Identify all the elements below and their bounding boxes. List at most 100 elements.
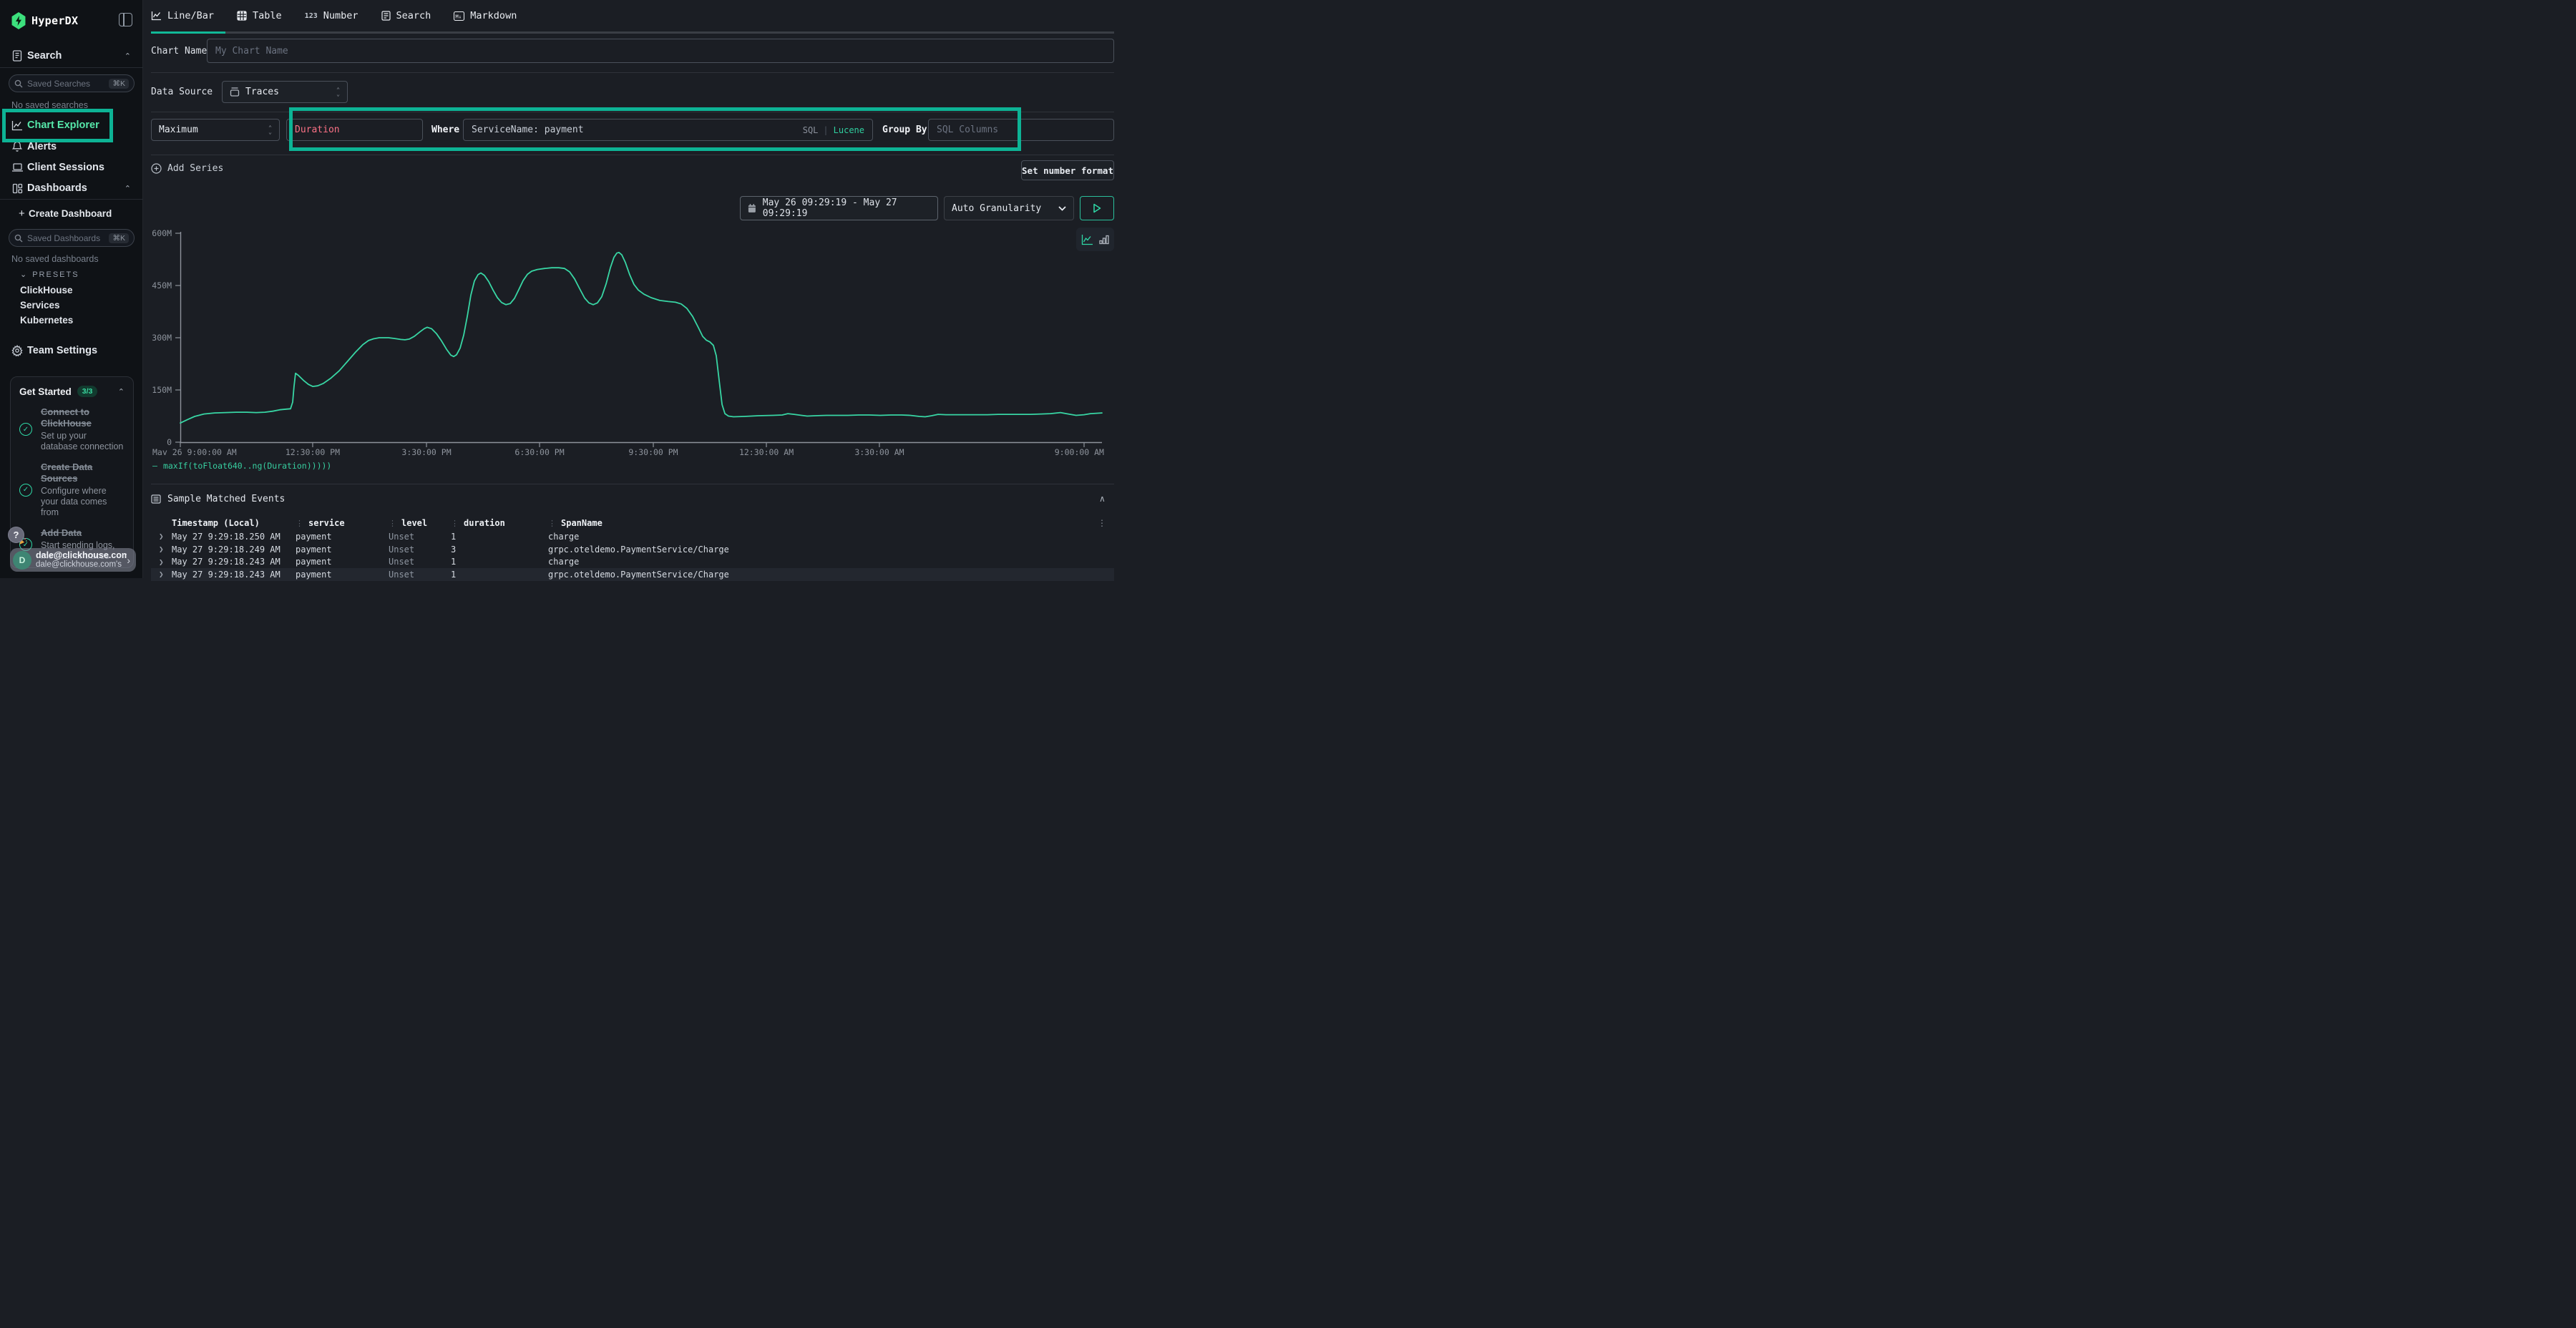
timeseries-chart[interactable]: 600M450M300M150M0May 26 9:00:00 AM12:30:… [143,225,1106,459]
field-input[interactable]: Duration [286,119,423,141]
sidebar-item-team-settings[interactable]: Team Settings [0,341,142,360]
check-circle-icon: ✓ [19,423,32,436]
user-org: dale@clickhouse.com's [36,560,127,570]
cell-duration: 3 [451,545,548,555]
saved-searches-field[interactable] [27,79,109,89]
col-service[interactable]: ⋮service [296,518,389,528]
sidebar-section-search[interactable]: Search ⌃ [0,47,142,65]
date-range-picker[interactable]: May 26 09:29:19 - May 27 09:29:19 [740,196,938,220]
help-button[interactable]: ? [8,527,24,543]
sidebar-item-alerts[interactable]: Alerts [0,137,142,156]
no-saved-searches-text: No saved searches [11,100,88,110]
divider [0,67,143,68]
x-axis-tick-label: 3:30:00 AM [854,447,904,455]
col-level[interactable]: ⋮level [389,518,451,528]
panel-collapse-icon[interactable]: ∧ [1099,494,1106,504]
group-by-label: Group By [882,125,927,135]
tab-number[interactable]: 123 Number [305,10,358,21]
cell-timestamp: May 27 9:29:18.249 AM [172,545,296,555]
saved-searches-input[interactable]: ⌘K [9,74,135,92]
tab-table[interactable]: Table [237,10,282,21]
sidebar-item-client-sessions[interactable]: Client Sessions [0,158,142,177]
list-search-icon [381,11,391,21]
table-row[interactable]: ❯May 27 9:29:18.249 AMpaymentUnset3grpc.… [151,543,1114,556]
col-spanname[interactable]: ⋮SpanName [548,518,1110,528]
cell-service: payment [296,545,389,555]
set-number-format-button[interactable]: Set number format [1021,160,1114,180]
chevron-up-icon[interactable]: ⌃ [118,387,125,396]
tab-search[interactable]: Search [381,10,431,21]
run-query-button[interactable] [1080,196,1114,220]
divider [151,72,1114,73]
play-icon [1093,203,1101,213]
drag-handle-icon[interactable]: ⋮ [296,519,303,528]
where-input[interactable]: ServiceName: payment SQL | Lucene [463,119,873,141]
table-row[interactable]: ❯May 27 9:29:18.243 AMpaymentUnset1grpc.… [151,568,1114,581]
get-started-item[interactable]: ✓ Connect to ClickHouse Set up your data… [19,406,125,452]
row-expand-icon[interactable]: ❯ [151,557,172,567]
col-duration[interactable]: ⋮duration [451,518,548,528]
saved-dashboards-field[interactable] [27,233,109,243]
preset-kubernetes[interactable]: Kubernetes [20,315,73,326]
search-icon [14,234,23,243]
cell-timestamp: May 27 9:29:18.243 AM [172,570,296,580]
x-axis-tick-label: 12:30:00 AM [739,447,794,455]
x-axis-tick-label: 9:00:00 AM [1055,447,1104,455]
add-series-button[interactable]: Add Series [151,163,223,174]
create-dashboard-button[interactable]: + Create Dashboard [0,204,142,223]
get-started-progress-badge: 3/3 [77,386,98,397]
chart-legend: — maxIf(toFloat640..ng(Duration))))) [152,461,331,471]
user-email: dale@clickhouse.com [36,550,127,560]
group-by-input[interactable] [928,119,1114,141]
sidebar-item-chart-explorer[interactable]: Chart Explorer [0,116,142,135]
user-menu[interactable]: D dale@clickhouse.com dale@clickhouse.co… [10,548,136,572]
events-table-header: Timestamp (Local) ⋮service ⋮level ⋮durat… [151,518,1110,528]
sidebar-item-dashboards[interactable]: Dashboards ⌃ [0,179,142,197]
active-tab-underline [151,31,225,34]
query-language-toggle: SQL | Lucene [803,125,864,135]
tab-markdown[interactable]: M↓ Markdown [454,10,517,21]
number-123-icon: 123 [305,12,318,20]
bell-icon [11,141,24,152]
preset-services[interactable]: Services [20,300,60,311]
lucene-toggle-option[interactable]: Lucene [834,125,864,135]
sidebar-collapse-icon[interactable] [119,13,132,26]
row-expand-icon[interactable]: ❯ [151,570,172,579]
data-source-select[interactable]: Traces ⌃⌄ [222,81,348,103]
y-axis-tick-label: 300M [152,333,172,343]
table-row[interactable]: ❯May 27 9:29:18.250 AMpaymentUnset1charg… [151,530,1114,543]
chart-name-input[interactable] [207,39,1114,63]
select-updown-icon: ⌃⌄ [268,126,272,135]
get-started-item[interactable]: ✓ Create Data Sources Configure where yo… [19,462,125,518]
chart-name-label: Chart Name [151,46,207,57]
granularity-select[interactable]: Auto Granularity [944,196,1074,220]
x-axis-tick-label: 3:30:00 PM [401,447,451,455]
table-row[interactable]: ❯May 27 9:29:18.243 AMpaymentUnset1charg… [151,555,1114,568]
x-axis-tick-label: 6:30:00 PM [514,447,564,455]
row-expand-icon[interactable]: ❯ [151,545,172,554]
chevron-up-icon: ⌃ [125,52,131,61]
aggregation-select[interactable]: Maximum ⌃⌄ [151,119,280,141]
tab-line-bar[interactable]: Line/Bar [151,10,214,21]
preset-clickhouse[interactable]: ClickHouse [20,285,73,296]
events-table-body: ❯May 27 9:29:18.250 AMpaymentUnset1charg… [151,530,1114,581]
journal-icon [11,50,24,62]
cell-service: payment [296,570,389,580]
table-options-icon[interactable]: ⋮ [1098,518,1106,528]
col-timestamp[interactable]: Timestamp (Local) [172,518,296,528]
cell-spanname: charge [548,557,1114,567]
sql-toggle-option[interactable]: SQL [803,125,819,135]
presets-toggle[interactable]: ⌄ PRESETS [20,270,79,279]
cell-duration: 1 [451,557,548,567]
cell-timestamp: May 27 9:29:18.250 AM [172,532,296,542]
chevron-up-icon: ⌃ [125,184,131,193]
chart-svg: 600M450M300M150M0May 26 9:00:00 AM12:30:… [143,225,1106,455]
drag-handle-icon[interactable]: ⋮ [548,519,556,528]
saved-dashboards-input[interactable]: ⌘K [9,229,135,247]
row-expand-icon[interactable]: ❯ [151,532,172,541]
sidebar: HyperDX Search ⌃ ⌘K No saved searches Ch… [0,0,143,578]
calendar-icon [748,203,756,213]
drag-handle-icon[interactable]: ⋮ [389,519,396,528]
drag-handle-icon[interactable]: ⋮ [451,519,459,528]
tab-underline-track [151,31,1114,34]
